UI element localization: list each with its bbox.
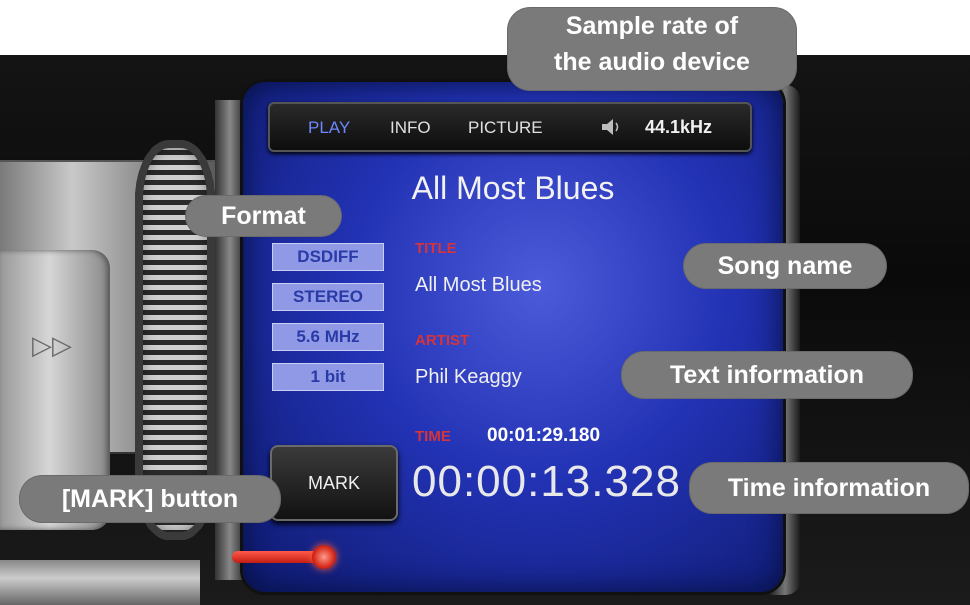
top-bar: PLAY INFO PICTURE 44.1kHz	[268, 102, 752, 152]
progress-handle[interactable]	[312, 545, 336, 569]
speaker-icon	[602, 119, 619, 135]
title-label: TITLE	[415, 240, 457, 257]
format-badge-frequency: 5.6 MHz	[272, 323, 384, 351]
elapsed-time: 00:00:13.328	[412, 457, 681, 506]
total-time: 00:01:29.180	[487, 425, 601, 446]
format-badge-container: DSDIFF	[272, 243, 384, 271]
callout-sample-rate-line1: Sample rate of	[565, 12, 739, 40]
callout-format: Format	[186, 196, 341, 236]
sample-rate: 44.1kHz	[645, 117, 713, 137]
tab-play[interactable]: PLAY	[308, 118, 350, 138]
title-value: All Most Blues	[415, 274, 542, 296]
callout-sample-rate: Sample rate of the audio device	[508, 8, 796, 90]
tab-picture[interactable]: PICTURE	[468, 118, 543, 138]
callout-mark-button: [MARK] button	[20, 476, 280, 522]
bottom-housing	[0, 560, 200, 605]
callout-sample-rate-line2: the audio device	[554, 48, 750, 76]
time-label: TIME	[415, 428, 451, 445]
format-badge-bitdepth: 1 bit	[272, 363, 384, 391]
mark-button[interactable]: MARK	[270, 445, 398, 521]
artist-value: Phil Keaggy	[415, 366, 522, 388]
fast-forward-icon[interactable]: ▷▷	[32, 330, 72, 361]
callout-song-name: Song name	[684, 244, 886, 288]
callout-time-information: Time information	[690, 463, 968, 513]
callout-text-information: Text information	[622, 352, 912, 398]
format-badge-channels: STEREO	[272, 283, 384, 311]
tab-info[interactable]: INFO	[390, 118, 431, 138]
artist-label: ARTIST	[415, 332, 470, 349]
